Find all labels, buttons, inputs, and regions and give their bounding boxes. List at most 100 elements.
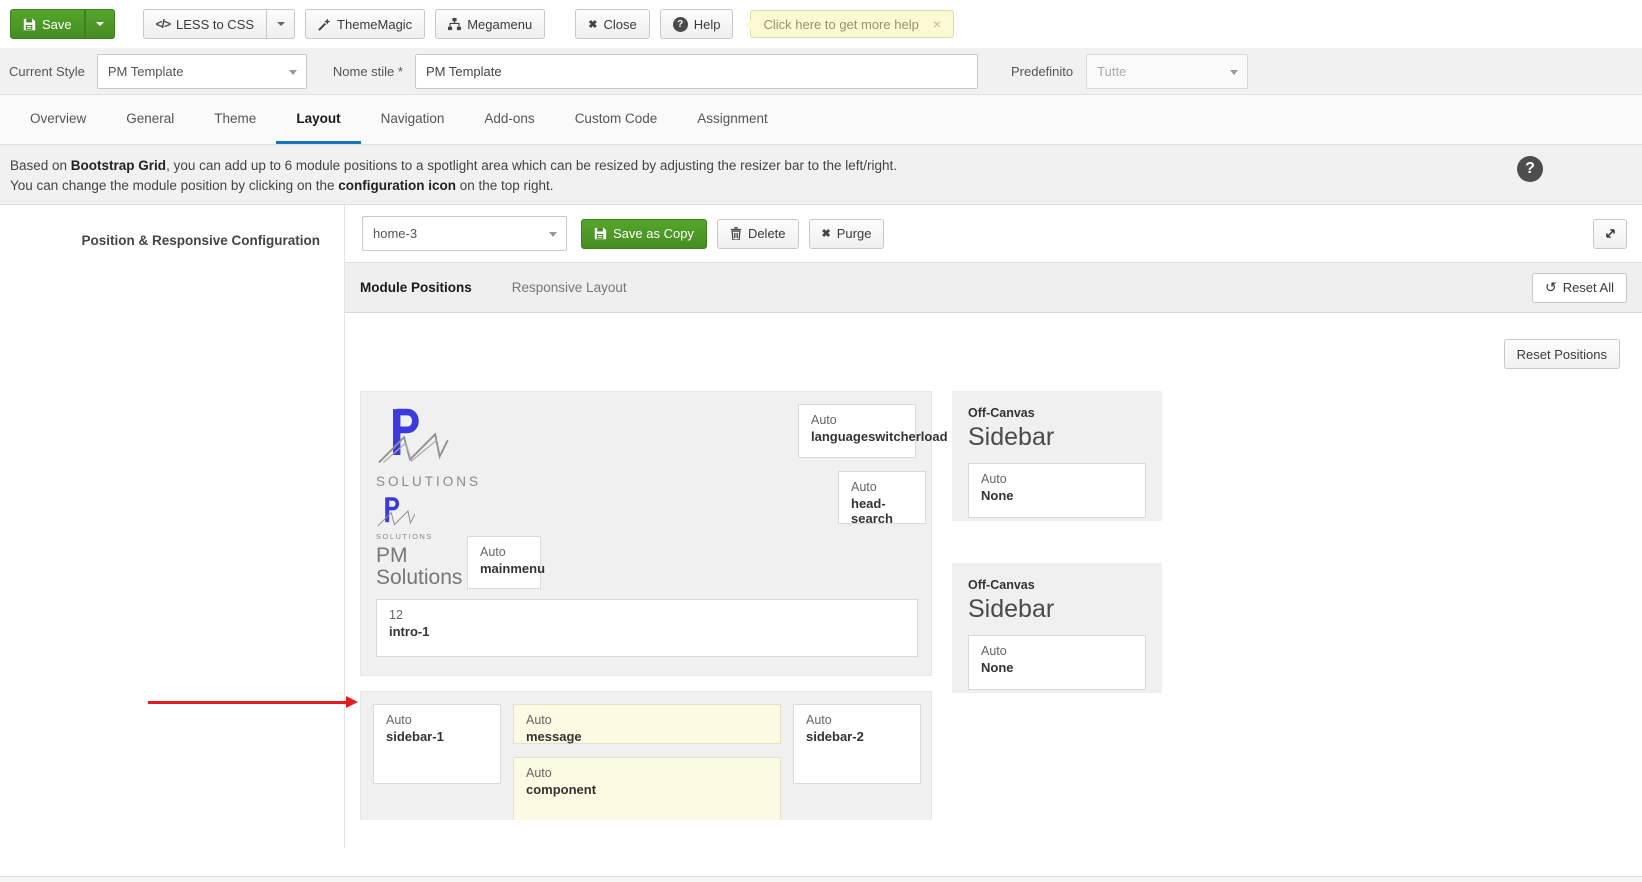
- module-size: Auto: [386, 713, 412, 727]
- less-to-css-group: </> LESS to CSS: [142, 9, 296, 39]
- save-as-copy-button[interactable]: Save as Copy: [581, 218, 707, 249]
- module-position-mainmenu[interactable]: Auto mainmenu: [467, 536, 546, 589]
- pm-solutions-logo: [378, 408, 449, 464]
- module-position-sidebar-1[interactable]: Auto sidebar-1: [373, 704, 501, 784]
- default-label: Predefinito: [1010, 63, 1074, 79]
- module-positions-canvas: Reset Positions SOLUTIONS SOLUTIONS PM S…: [345, 312, 1642, 820]
- megamenu-label: Megamenu: [467, 16, 533, 32]
- current-style-select[interactable]: PM Template: [96, 53, 307, 89]
- chevron-down-icon: [549, 232, 557, 237]
- top-toolbar: Save </> LESS to CSS ThemeMagic Megamenu…: [0, 0, 1642, 48]
- style-bar: Current Style PM Template Nome stile * P…: [0, 48, 1642, 95]
- help-button[interactable]: ? Help: [659, 9, 734, 39]
- purge-button[interactable]: ✖ Purge: [808, 218, 885, 249]
- module-name: sidebar-1: [386, 729, 444, 744]
- style-name-label: Nome stile *: [332, 63, 403, 79]
- style-name-input[interactable]: [414, 53, 978, 89]
- layout-subtabs: Module Positions Responsive Layout ↺ Res…: [345, 262, 1642, 312]
- megamenu-button[interactable]: Megamenu: [435, 9, 546, 39]
- module-size: Auto: [806, 713, 832, 727]
- header-spotlight-area: SOLUTIONS SOLUTIONS PM Solutions Auto la…: [360, 391, 948, 676]
- purge-label: Purge: [836, 226, 872, 241]
- settings-left-column: Position & Responsive Configuration: [0, 205, 345, 848]
- section-label: Position & Responsive Configuration: [81, 233, 320, 248]
- tab-general[interactable]: General: [106, 95, 194, 144]
- thememagic-button[interactable]: ThemeMagic: [305, 9, 426, 39]
- reset-positions-label: Reset Positions: [1516, 346, 1607, 362]
- sitemap-icon: [448, 17, 462, 30]
- module-size: Auto: [526, 766, 552, 780]
- annotation-arrow: [148, 696, 358, 708]
- tab-theme[interactable]: Theme: [194, 95, 276, 144]
- reset-icon: ↺: [1544, 279, 1557, 295]
- reset-positions-button[interactable]: Reset Positions: [1503, 339, 1620, 369]
- preset-control-row: home-3 Save as Copy Delete ✖ Purge: [345, 205, 1642, 262]
- module-name: head-search: [851, 496, 893, 526]
- bottom-spacer: [0, 848, 1642, 876]
- delete-button[interactable]: Delete: [716, 218, 799, 249]
- less-to-css-button[interactable]: </> LESS to CSS: [142, 9, 268, 39]
- tab-layout[interactable]: Layout: [276, 95, 361, 144]
- tab-assignment[interactable]: Assignment: [677, 95, 788, 144]
- close-icon: ✖: [588, 18, 598, 31]
- preset-value: home-3: [373, 226, 418, 241]
- off-canvas-panel-1: Off-Canvas Sidebar Auto None: [952, 391, 1162, 521]
- module-position-languageswitcherload[interactable]: Auto languageswitcherload: [798, 404, 948, 458]
- panel-help-icon[interactable]: ?: [1517, 156, 1543, 182]
- help-tooltip: Click here to get more help ×: [744, 10, 954, 38]
- logo-caption: SOLUTIONS: [376, 474, 482, 489]
- save-label: Save: [42, 16, 72, 32]
- tab-navigation[interactable]: Navigation: [361, 95, 465, 144]
- delete-label: Delete: [747, 226, 786, 241]
- less-to-css-label: LESS to CSS: [176, 16, 255, 32]
- required-mark: *: [397, 63, 403, 79]
- preset-select[interactable]: home-3: [362, 216, 567, 251]
- magic-wand-icon: [318, 17, 331, 31]
- module-position-component[interactable]: Auto component: [513, 757, 781, 820]
- current-style-label: Current Style: [9, 63, 85, 79]
- module-size: Auto: [851, 480, 877, 494]
- off-canvas-label: Off-Canvas: [968, 406, 1035, 420]
- reset-all-label: Reset All: [1562, 280, 1614, 295]
- help-tooltip-text: Click here to get more help: [763, 16, 919, 32]
- main-tabs: Overview General Theme Layout Navigation…: [0, 95, 1642, 145]
- status-bar: Vedi sito 0 Utenti 2 Amministratori ✉ 0 …: [0, 876, 1642, 882]
- save-dropdown-button[interactable]: [84, 9, 115, 39]
- help-icon: ?: [672, 16, 688, 32]
- module-position-message[interactable]: Auto message: [513, 704, 781, 744]
- default-value: Tutte: [1097, 63, 1127, 79]
- tooltip-close-icon[interactable]: ×: [933, 16, 941, 32]
- subtab-module-positions[interactable]: Module Positions: [360, 280, 472, 295]
- module-position-offcanvas-2[interactable]: Auto None: [968, 635, 1146, 690]
- tab-overview[interactable]: Overview: [10, 95, 106, 144]
- tab-custom-code[interactable]: Custom Code: [555, 95, 678, 144]
- module-name: None: [981, 488, 1014, 503]
- default-select[interactable]: Tutte: [1086, 53, 1249, 89]
- chevron-down-icon: [95, 22, 104, 26]
- module-position-head-search[interactable]: Auto head-search: [838, 471, 926, 526]
- close-button[interactable]: ✖ Close: [575, 9, 650, 39]
- thememagic-label: ThemeMagic: [337, 16, 413, 32]
- save-button[interactable]: Save: [10, 9, 85, 39]
- module-position-offcanvas-1[interactable]: Auto None: [968, 463, 1146, 518]
- tab-addons[interactable]: Add-ons: [464, 95, 554, 144]
- module-position-sidebar-2[interactable]: Auto sidebar-2: [793, 704, 921, 784]
- content-spotlight-area: Auto sidebar-1 Auto message Auto compone…: [360, 691, 932, 820]
- less-to-css-dropdown-button[interactable]: [267, 9, 296, 39]
- module-size: Auto: [811, 413, 837, 427]
- subtab-responsive-layout[interactable]: Responsive Layout: [512, 280, 627, 295]
- module-size: Auto: [981, 644, 1007, 658]
- module-name: languageswitcherload: [811, 429, 948, 444]
- reset-all-button[interactable]: ↺ Reset All: [1531, 272, 1627, 303]
- off-canvas-title: Sidebar: [968, 423, 1055, 451]
- save-split-button: Save: [10, 9, 115, 39]
- module-name: mainmenu: [480, 561, 546, 576]
- off-canvas-title: Sidebar: [968, 595, 1055, 623]
- active-subtab-notch: [399, 313, 417, 320]
- module-size: 12: [389, 608, 403, 622]
- module-position-intro-1[interactable]: 12 intro-1: [376, 599, 918, 657]
- module-name: None: [981, 660, 1014, 675]
- pm-solutions-logo-small: [377, 497, 416, 527]
- layout-config-column: home-3 Save as Copy Delete ✖ Purge Modul…: [345, 205, 1642, 848]
- fullscreen-toggle-button[interactable]: [1593, 218, 1627, 249]
